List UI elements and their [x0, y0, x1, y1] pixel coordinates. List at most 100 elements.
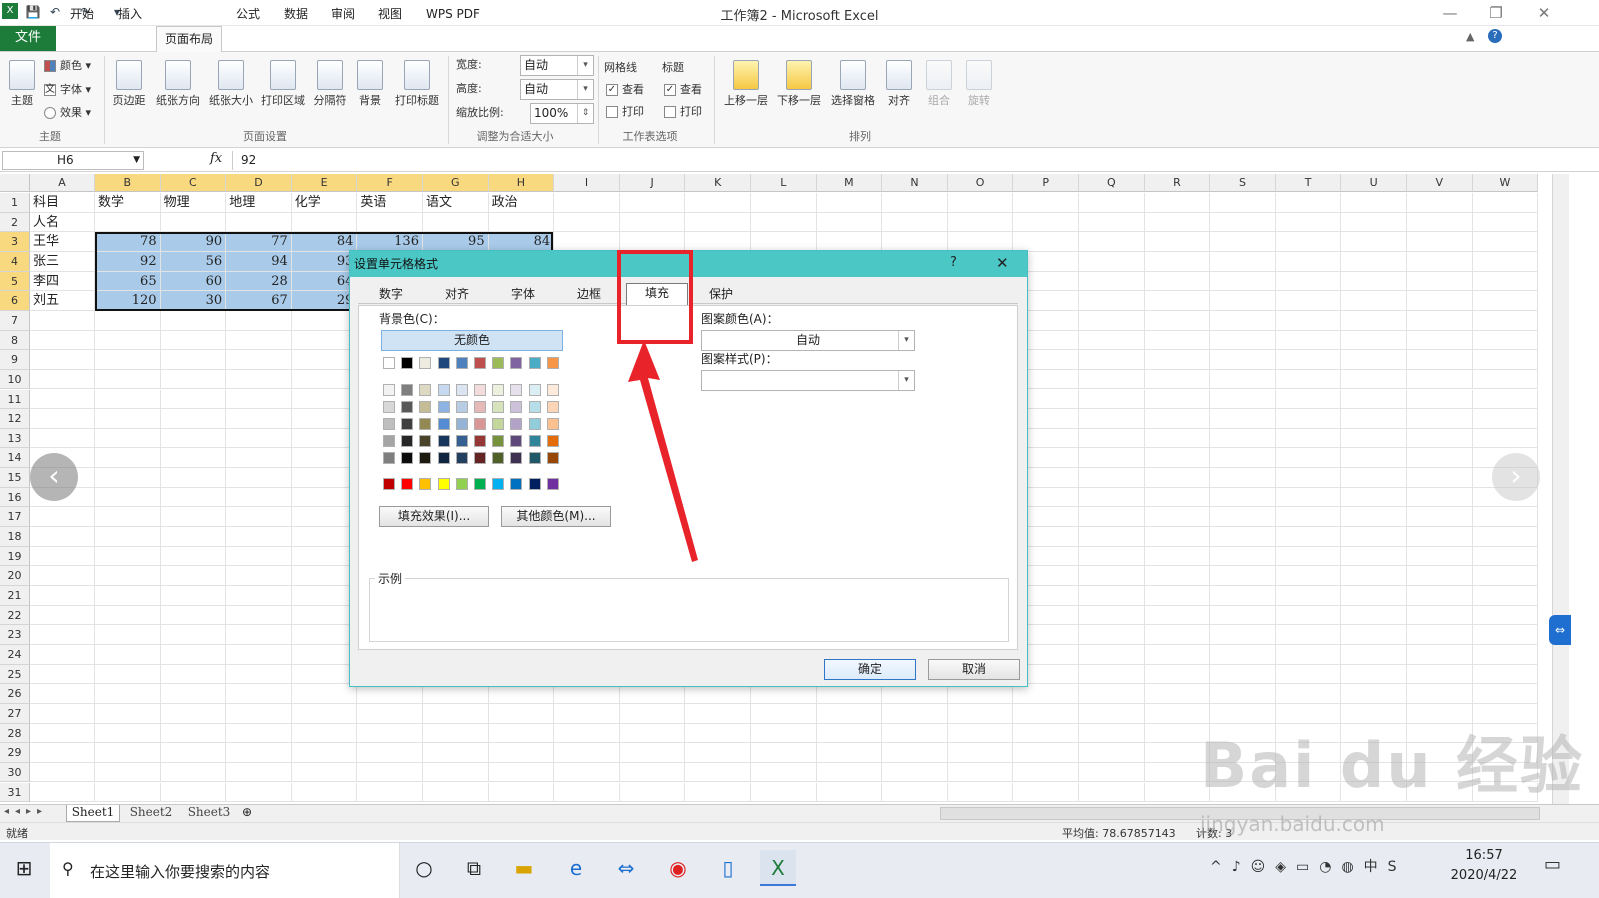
color-swatch[interactable] [455, 418, 468, 430]
sheet-nav-arrows-icon[interactable]: ◂◂▸▸ [4, 806, 48, 817]
cell-g3[interactable]: 95 [423, 232, 489, 252]
cell-v18[interactable] [1407, 527, 1473, 547]
cell-r10[interactable] [1144, 369, 1211, 390]
send-backward-button[interactable]: 下移一层 [773, 56, 825, 122]
cell-s19[interactable] [1210, 546, 1276, 567]
cell-d8[interactable] [226, 330, 292, 351]
cell-j31[interactable] [619, 782, 686, 803]
cell-q5[interactable] [1079, 271, 1145, 292]
cell-d2[interactable] [226, 212, 292, 233]
cell-s21[interactable] [1210, 586, 1276, 606]
cell-a29[interactable] [30, 743, 95, 763]
cell-n2[interactable] [882, 212, 948, 233]
color-swatch[interactable] [492, 435, 505, 447]
cell-e17[interactable] [291, 507, 358, 528]
cell-t9[interactable] [1275, 350, 1342, 370]
color-swatch[interactable] [474, 418, 486, 430]
row-header-18[interactable]: 18 [0, 527, 30, 547]
standard-color-swatch[interactable] [437, 478, 450, 490]
cell-s9[interactable] [1210, 350, 1276, 370]
color-swatch[interactable] [510, 357, 523, 369]
cell-l26[interactable] [751, 684, 817, 704]
cell-q18[interactable] [1079, 527, 1145, 547]
cell-a2[interactable]: 人名 [30, 212, 95, 233]
fonts-button[interactable]: 文字体 ▾ [44, 80, 91, 100]
cell-a20[interactable] [30, 566, 95, 586]
row-header-20[interactable]: 20 [0, 566, 30, 586]
cell-e16[interactable] [291, 487, 358, 508]
color-swatch[interactable] [528, 452, 541, 464]
cell-a7[interactable] [30, 310, 95, 331]
color-swatch[interactable] [510, 384, 523, 396]
color-swatch[interactable] [383, 452, 395, 464]
windows-start-icon[interactable]: ⊞ [6, 850, 42, 886]
cell-m30[interactable] [816, 762, 883, 783]
cell-c7[interactable] [160, 310, 227, 331]
color-swatch[interactable] [510, 401, 523, 413]
cell-e14[interactable] [291, 448, 358, 469]
cell-c12[interactable] [160, 409, 227, 429]
cell-e10[interactable] [291, 369, 358, 390]
cell-r20[interactable] [1144, 566, 1211, 586]
cell-e19[interactable] [291, 546, 358, 567]
edge-icon[interactable]: e [558, 850, 594, 886]
column-header-f[interactable]: F [357, 174, 423, 192]
cell-q7[interactable] [1079, 310, 1145, 331]
row-header-13[interactable]: 13 [0, 428, 30, 449]
cell-k26[interactable] [685, 684, 751, 704]
cell-s23[interactable] [1210, 625, 1276, 645]
cell-k31[interactable] [685, 782, 751, 803]
column-header-a[interactable]: A [30, 174, 95, 192]
cell-h26[interactable] [488, 684, 555, 704]
row-header-19[interactable]: 19 [0, 546, 30, 567]
cell-w3[interactable] [1472, 232, 1539, 252]
cell-f26[interactable] [357, 684, 423, 704]
cell-q31[interactable] [1079, 782, 1145, 803]
color-swatch[interactable] [492, 401, 505, 413]
standard-color-swatch[interactable] [383, 478, 395, 490]
cell-g31[interactable] [423, 782, 489, 803]
cell-q11[interactable] [1079, 389, 1145, 410]
tab-view[interactable]: 视图 [370, 4, 410, 26]
cell-s2[interactable] [1210, 212, 1276, 233]
cell-t11[interactable] [1275, 389, 1342, 410]
column-header-v[interactable]: V [1407, 174, 1473, 192]
cell-e24[interactable] [291, 644, 358, 665]
cell-t22[interactable] [1275, 605, 1342, 626]
color-swatch[interactable] [401, 452, 414, 464]
standard-color-swatch[interactable] [474, 478, 486, 490]
cell-u23[interactable] [1341, 625, 1407, 645]
cell-e2[interactable] [291, 212, 358, 233]
cell-u21[interactable] [1341, 586, 1407, 606]
cell-v8[interactable] [1407, 330, 1473, 351]
column-header-t[interactable]: T [1275, 174, 1342, 192]
cell-u14[interactable] [1341, 448, 1407, 469]
column-header-g[interactable]: G [423, 174, 489, 192]
file-explorer-icon[interactable]: ▬ [506, 850, 542, 886]
tab-font[interactable]: 字体 [490, 285, 556, 304]
cell-t14[interactable] [1275, 448, 1342, 469]
cell-h2[interactable] [488, 212, 555, 233]
cell-d3[interactable]: 77 [226, 232, 292, 252]
row-header-27[interactable]: 27 [0, 703, 30, 724]
column-header-k[interactable]: K [685, 174, 751, 192]
cell-b2[interactable] [95, 212, 161, 233]
cell-n29[interactable] [882, 743, 948, 763]
cell-i28[interactable] [554, 723, 620, 744]
background-button[interactable]: 背景 [354, 56, 386, 122]
cell-h30[interactable] [488, 762, 555, 783]
cell-b26[interactable] [95, 684, 161, 704]
more-colors-button[interactable]: 其他颜色(M)... [501, 506, 611, 527]
cell-q8[interactable] [1079, 330, 1145, 351]
cell-q29[interactable] [1079, 743, 1145, 763]
previous-arrow-icon[interactable]: ‹ [30, 453, 78, 501]
standard-color-swatch[interactable] [492, 478, 505, 490]
headings-print-checkbox[interactable]: 打印 [664, 102, 702, 122]
color-swatch[interactable] [528, 435, 541, 447]
cell-t2[interactable] [1275, 212, 1342, 233]
cell-v5[interactable] [1407, 271, 1473, 292]
cell-e18[interactable] [291, 527, 358, 547]
cell-r19[interactable] [1144, 546, 1211, 567]
cell-v6[interactable] [1407, 291, 1473, 311]
cell-k30[interactable] [685, 762, 751, 783]
